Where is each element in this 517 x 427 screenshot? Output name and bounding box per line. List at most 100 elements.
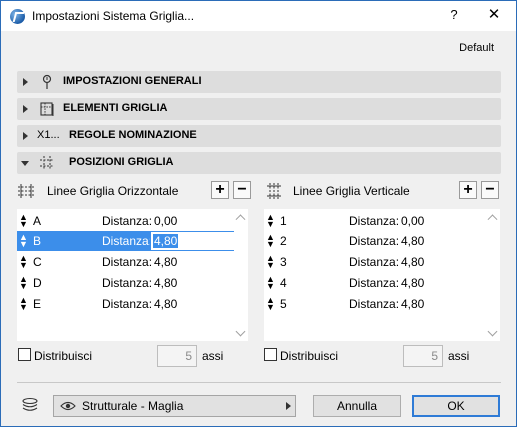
list-item[interactable]: ▲ ▼ 5 Distanza: 4,80 <box>264 294 481 314</box>
expanded-arrow-icon <box>21 161 29 166</box>
naming-icon: X1... <box>37 129 60 141</box>
ok-button[interactable]: OK <box>412 395 500 417</box>
list-item[interactable]: ▲ ▼ 3 Distanza: 4,80 <box>264 252 481 272</box>
distribute-horizontal-label[interactable]: Distribuisci <box>34 349 92 363</box>
list-scrollbar[interactable] <box>486 209 500 341</box>
reorder-handle-icon[interactable]: ▲ ▼ <box>266 213 275 229</box>
distance-input-value[interactable]: 4,80 <box>153 234 179 248</box>
vertical-lines-list[interactable]: ▲ ▼ 1 Distanza: 0,00 ▲ ▼ 2 Distanza: 4,80 … <box>264 209 500 341</box>
layer-dropdown-label: Strutturale - Maglia <box>82 399 184 413</box>
distance-value[interactable]: 0,00 <box>154 214 177 228</box>
distance-value[interactable]: 4,80 <box>154 297 177 311</box>
line-name: B <box>33 234 42 248</box>
distance-label: Distanza: <box>102 297 153 311</box>
list-item[interactable]: ▲ ▼ E Distanza: 4,80 <box>17 294 234 314</box>
reorder-handle-icon[interactable]: ▲ ▼ <box>19 254 28 270</box>
collapsed-arrow-icon <box>23 132 28 140</box>
vertical-grid-lines-icon <box>267 183 281 199</box>
section-elementi-griglia[interactable]: ELEMENTI GRIGLIA <box>17 98 501 120</box>
distance-value[interactable]: 4,80 <box>154 276 177 290</box>
reorder-handle-icon[interactable]: ▲ ▼ <box>19 275 28 291</box>
grid-element-icon <box>40 102 54 116</box>
section-label: POSIZIONI GRIGLIA <box>69 156 174 168</box>
reorder-handle-icon[interactable]: ▲ ▼ <box>19 213 28 229</box>
add-vertical-line-button[interactable]: + <box>459 181 477 199</box>
collapsed-arrow-icon <box>23 78 28 86</box>
remove-horizontal-line-button[interactable]: − <box>233 181 251 199</box>
title-bar: Impostazioni Sistema Griglia... ? ✕ <box>1 1 516 31</box>
help-button[interactable]: ? <box>443 5 465 25</box>
distance-label: Distanza: <box>349 214 400 228</box>
horizontal-axis-count-input[interactable]: 5 <box>157 345 197 367</box>
vertical-axis-count-input[interactable]: 5 <box>403 345 443 367</box>
pin-icon <box>42 74 52 89</box>
list-item[interactable]: ▲ ▼ C Distanza: 4,80 <box>17 252 234 272</box>
distance-label: Distanza: <box>102 255 153 269</box>
horizontal-lines-list[interactable]: ▲ ▼ A Distanza: 0,00 ▲ ▼ B Distanza: 4,80 … <box>17 209 248 341</box>
reorder-handle-icon[interactable]: ▲ ▼ <box>266 275 275 291</box>
list-item[interactable]: ▲ ▼ 2 Distanza: 4,80 <box>264 231 481 251</box>
line-name: 4 <box>280 276 287 290</box>
section-label: IMPOSTAZIONI GENERALI <box>63 75 202 87</box>
section-posizioni-griglia[interactable]: POSIZIONI GRIGLIA <box>17 152 501 174</box>
layers-icon[interactable] <box>21 397 39 413</box>
line-name: 1 <box>280 214 287 228</box>
line-name: D <box>33 276 42 290</box>
list-item[interactable]: ▲ ▼ 4 Distanza: 4,80 <box>264 273 481 293</box>
reorder-handle-icon[interactable]: ▲ ▼ <box>19 296 28 312</box>
reorder-handle-icon[interactable]: ▲ ▼ <box>266 233 275 249</box>
cancel-button[interactable]: Annulla <box>313 395 401 417</box>
distance-input[interactable]: 4,80 <box>150 231 235 251</box>
section-label: REGOLE NOMINAZIONE <box>69 129 197 141</box>
line-name: E <box>33 297 42 311</box>
line-name: C <box>33 255 42 269</box>
horizontal-panel-title: Linee Griglia Orizzontale <box>47 184 179 198</box>
distance-label: Distanza: <box>349 276 400 290</box>
section-impostazioni-generali[interactable]: IMPOSTAZIONI GENERALI <box>17 71 501 93</box>
horizontal-grid-lines-icon <box>18 184 34 198</box>
distance-label: Distanza: <box>102 234 153 248</box>
distance-label: Distanza: <box>349 255 400 269</box>
vertical-unit-label: assi <box>448 349 470 363</box>
reorder-handle-icon[interactable]: ▲ ▼ <box>266 254 275 270</box>
section-regole-nominazione[interactable]: X1... REGOLE NOMINAZIONE <box>17 125 501 147</box>
list-item-selected[interactable]: ▲ ▼ B Distanza: 4,80 <box>17 231 235 251</box>
dialog-window: Impostazioni Sistema Griglia... ? ✕ Defa… <box>0 0 517 427</box>
distribute-vertical-label[interactable]: Distribuisci <box>280 349 338 363</box>
remove-vertical-line-button[interactable]: − <box>481 181 499 199</box>
line-name: 5 <box>280 297 287 311</box>
footer-divider <box>17 382 501 383</box>
vertical-panel-title: Linee Griglia Verticale <box>293 184 410 198</box>
distance-label: Distanza: <box>349 234 400 248</box>
layer-dropdown[interactable]: Strutturale - Maglia <box>53 395 296 417</box>
distance-value[interactable]: 4,80 <box>154 255 177 269</box>
horizontal-unit-label: assi <box>202 349 224 363</box>
scroll-down-icon[interactable] <box>235 326 246 337</box>
eye-icon <box>60 401 76 411</box>
close-button[interactable]: ✕ <box>483 5 505 25</box>
distribute-vertical-checkbox[interactable] <box>264 348 277 361</box>
distance-value[interactable]: 4,80 <box>401 234 424 248</box>
scroll-down-icon[interactable] <box>487 326 498 337</box>
reorder-handle-icon[interactable]: ▲ ▼ <box>266 296 275 312</box>
preset-name[interactable]: Default <box>459 42 494 54</box>
list-item[interactable]: ▲ ▼ A Distanza: 0,00 <box>17 211 234 231</box>
distribute-horizontal-checkbox[interactable] <box>18 348 31 361</box>
line-name: 3 <box>280 255 287 269</box>
reorder-handle-icon[interactable]: ▲ ▼ <box>19 233 28 249</box>
app-logo-icon <box>10 9 25 24</box>
grid-positions-icon <box>40 156 54 170</box>
list-scrollbar[interactable] <box>234 209 248 341</box>
distance-value[interactable]: 4,80 <box>401 297 424 311</box>
list-item[interactable]: ▲ ▼ 1 Distanza: 0,00 <box>264 211 481 231</box>
distance-value[interactable]: 4,80 <box>401 255 424 269</box>
scroll-up-icon[interactable] <box>235 214 246 225</box>
list-item[interactable]: ▲ ▼ D Distanza: 4,80 <box>17 273 234 293</box>
line-name: A <box>33 214 42 228</box>
distance-value[interactable]: 0,00 <box>401 214 424 228</box>
add-horizontal-line-button[interactable]: + <box>211 181 229 199</box>
distance-value[interactable]: 4,80 <box>401 276 424 290</box>
scroll-up-icon[interactable] <box>487 214 498 225</box>
dropdown-arrow-icon <box>286 402 291 410</box>
line-name: 2 <box>280 234 287 248</box>
